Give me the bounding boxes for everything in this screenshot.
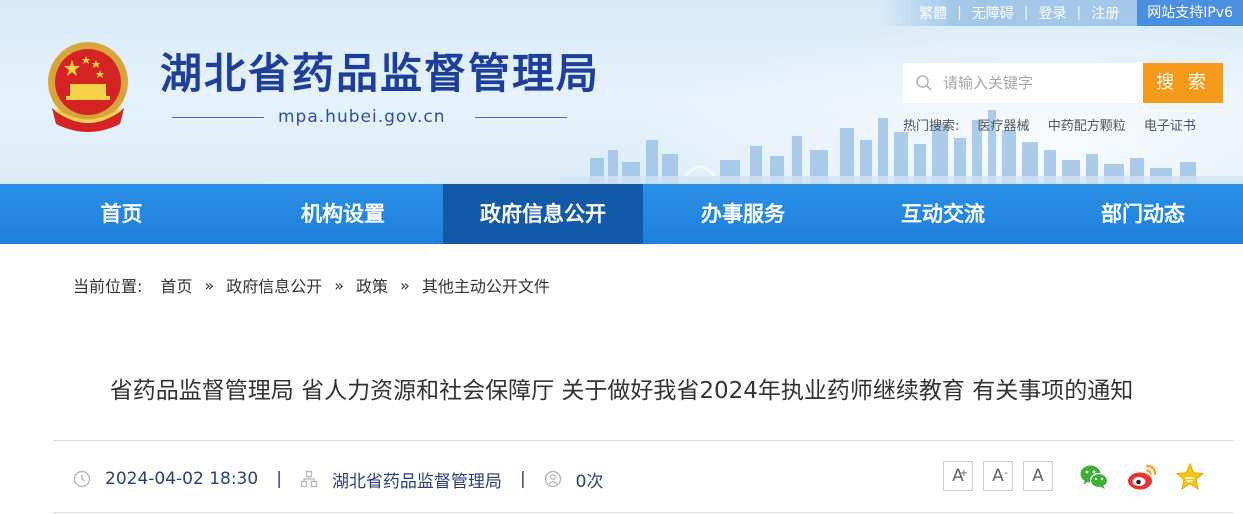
clock-icon xyxy=(73,470,91,488)
minus-icon: - xyxy=(1004,468,1008,479)
hot-search-label: 热门搜索: xyxy=(903,119,960,134)
article-title: 省药品监督管理局 省人力资源和社会保障厅 关于做好我省2024年执业药师继续教育… xyxy=(109,378,1134,404)
breadcrumb-other-files[interactable]: 其他主动公开文件 xyxy=(422,273,550,297)
national-emblem-icon xyxy=(48,42,128,132)
breadcrumb-separator: » xyxy=(334,275,345,295)
weibo-icon[interactable] xyxy=(1126,461,1158,493)
main-nav: 首页 机构设置 政府信息公开 办事服务 互动交流 部门动态 xyxy=(0,184,1243,244)
article-views: 0次 xyxy=(575,471,604,492)
meta-separator: | xyxy=(276,469,282,489)
top-links: 繁體 | 无障碍 | 登录 | 注册 网站支持IPv6 xyxy=(909,0,1243,26)
divider xyxy=(53,440,1233,441)
font-decrease-button[interactable]: A- xyxy=(983,461,1013,491)
hot-search-item[interactable]: 电子证书 xyxy=(1144,119,1196,134)
toplink-traditional[interactable]: 繁體 xyxy=(909,3,957,23)
font-reset-label: A xyxy=(1032,466,1044,486)
breadcrumb-home[interactable]: 首页 xyxy=(160,273,192,297)
search-box xyxy=(903,63,1143,103)
toplink-login[interactable]: 登录 xyxy=(1029,3,1077,23)
article-source: 湖北省药品监督管理局 xyxy=(331,471,502,492)
breadcrumb-policy[interactable]: 政策 xyxy=(356,273,388,297)
article-meta: 2024-04-02 18:30 | 湖北省药品监督管理局 | 0次 xyxy=(73,465,604,493)
meta-separator: | xyxy=(519,469,526,489)
search-icon xyxy=(916,75,932,91)
divider-bottom xyxy=(53,512,1233,513)
search-button[interactable]: 搜 索 xyxy=(1143,63,1223,103)
nav-item-interaction[interactable]: 互动交流 xyxy=(843,184,1043,244)
domain-rule-right xyxy=(475,117,567,118)
nav-item-home[interactable]: 首页 xyxy=(0,184,243,244)
hot-search-item[interactable]: 医疗器械 xyxy=(978,119,1030,134)
search-bar: 搜 索 xyxy=(903,63,1223,103)
site-title[interactable]: 湖北省药品监督管理局 xyxy=(160,44,600,104)
toplink-separator: | xyxy=(1023,5,1029,21)
search-input[interactable] xyxy=(941,73,1135,93)
hot-search-item[interactable]: 中药配方颗粒 xyxy=(1048,119,1126,134)
page: 湖北省药品监督管理局 mpa.hubei.gov.cn 繁體 | 无障碍 | 登… xyxy=(0,0,1243,514)
breadcrumb: 当前位置: 首页 » 政府信息公开 » 政策 » 其他主动公开文件 xyxy=(73,273,550,297)
nav-item-gov-info[interactable]: 政府信息公开 xyxy=(443,184,643,244)
font-reset-button[interactable]: A xyxy=(1023,461,1053,491)
sitemap-icon xyxy=(300,470,318,488)
domain-rule-left xyxy=(172,117,264,118)
breadcrumb-gov-info[interactable]: 政府信息公开 xyxy=(226,273,322,297)
nav-item-services[interactable]: 办事服务 xyxy=(643,184,843,244)
font-decrease-label: A xyxy=(992,466,1004,486)
site-header: 湖北省药品监督管理局 mpa.hubei.gov.cn 繁體 | 无障碍 | 登… xyxy=(0,0,1243,184)
plus-icon: + xyxy=(959,468,968,479)
star-icon[interactable] xyxy=(1174,461,1206,493)
nav-item-news[interactable]: 部门动态 xyxy=(1043,184,1243,244)
font-increase-button[interactable]: A + xyxy=(943,461,973,491)
breadcrumb-label: 当前位置: xyxy=(73,277,143,296)
ipv6-badge: 网站支持IPv6 xyxy=(1137,0,1243,26)
user-icon xyxy=(544,470,561,488)
toplink-register[interactable]: 注册 xyxy=(1081,3,1129,23)
toplink-accessibility[interactable]: 无障碍 xyxy=(962,3,1024,23)
wechat-icon[interactable] xyxy=(1078,461,1110,493)
breadcrumb-separator: » xyxy=(400,275,410,295)
hot-search: 热门搜索: 医疗器械 中药配方颗粒 电子证书 xyxy=(903,115,1210,134)
share-bar xyxy=(1078,461,1222,493)
site-domain-text: mpa.hubei.gov.cn xyxy=(278,107,446,127)
font-size-controls: A + A- A xyxy=(943,461,1063,491)
toplink-separator: | xyxy=(1076,5,1082,21)
nav-item-organization[interactable]: 机构设置 xyxy=(243,184,443,244)
toplink-separator: | xyxy=(957,5,962,21)
site-domain: mpa.hubei.gov.cn xyxy=(172,107,572,127)
breadcrumb-separator: » xyxy=(204,275,215,295)
article-datetime: 2024-04-02 18:30 xyxy=(105,469,259,489)
